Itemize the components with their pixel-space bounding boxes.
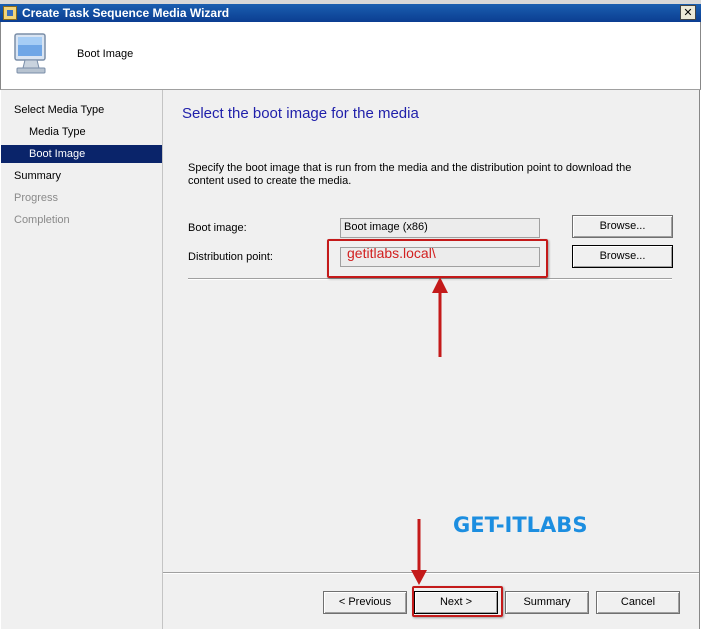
arrow-down-icon bbox=[411, 519, 427, 585]
annotation-arrows bbox=[411, 277, 448, 585]
arrow-up-icon bbox=[432, 277, 448, 357]
